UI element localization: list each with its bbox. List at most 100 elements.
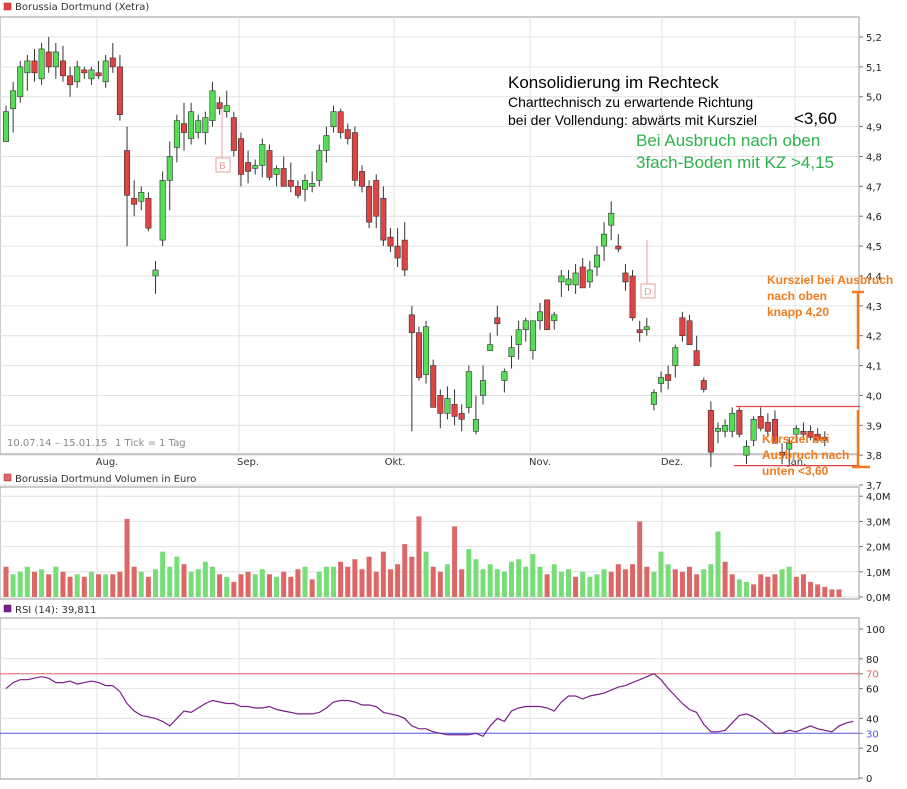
candle-body [764, 422, 771, 432]
price-tick-label: 4,0 [866, 391, 882, 402]
candle-body [394, 245, 401, 259]
candle-body [480, 380, 487, 396]
candle-body [551, 314, 558, 322]
rsi-tick-label: 70 [866, 670, 879, 681]
candle-body [17, 66, 24, 98]
volume-bar [658, 551, 664, 597]
volume-bar [274, 576, 280, 597]
volume-bar [430, 566, 436, 597]
up-target-line3: knapp 4,20 [767, 305, 829, 319]
volume-bar [808, 581, 814, 597]
volume-bar [295, 569, 301, 597]
candle-body [743, 445, 750, 456]
candle-body [152, 269, 159, 277]
candle-body [195, 120, 202, 133]
marker-b-label: B [219, 161, 226, 172]
candle-body [24, 60, 31, 74]
volume-bar [715, 531, 721, 597]
volume-bar [81, 576, 87, 597]
candle-body [458, 413, 465, 420]
price-tick-label: 4,6 [866, 212, 882, 223]
price-tick-label: 4,3 [866, 302, 882, 313]
rsi-tick-label: 60 [866, 685, 879, 696]
month-label: Okt. [385, 457, 406, 468]
price-tick-label: 4,2 [866, 332, 882, 343]
candle-body [337, 111, 344, 133]
volume-bar [252, 574, 258, 597]
volume-bar [558, 571, 564, 597]
volume-bar [537, 566, 543, 597]
volume-bar [501, 571, 507, 597]
volume-bar [24, 566, 30, 597]
annotation-green-1: Bei Ausbruch nach oben [636, 131, 820, 150]
candle-body [237, 138, 244, 175]
volume-bar [188, 571, 194, 597]
candle-body [437, 395, 444, 414]
volume-bar [174, 556, 180, 597]
volume-bar [743, 581, 749, 597]
stock-chart: 5,25,15,04,94,84,74,64,54,44,34,24,14,03… [0, 0, 907, 789]
volume-bar [359, 569, 365, 597]
candle-body [658, 377, 665, 384]
volume-bar [672, 569, 678, 597]
price-legend-swatch [3, 2, 12, 11]
volume-tick-label: 2,0M [866, 543, 891, 554]
volume-bar [167, 566, 173, 597]
candle-body [565, 278, 572, 286]
candle-body [273, 168, 280, 175]
candle-body [707, 410, 714, 453]
price-tick-label: 4,1 [866, 362, 882, 373]
volume-bar [694, 574, 700, 597]
candle-body [430, 365, 437, 408]
volume-bar [836, 589, 842, 597]
volume-bar [437, 571, 443, 597]
volume-tick-label: 4,0M [866, 492, 891, 503]
candle-body [287, 180, 294, 187]
candle-body [608, 212, 615, 226]
candle-body [387, 236, 394, 247]
volume-bar [46, 574, 52, 597]
volume-bar [608, 571, 614, 597]
candle-body [544, 299, 551, 331]
candle-body [373, 180, 380, 217]
month-label: Nov. [529, 457, 551, 468]
candle-body [2, 111, 10, 142]
volume-bar [622, 569, 628, 597]
candle-body [181, 123, 188, 133]
volume-bar [786, 566, 792, 597]
price-tick-label: 3,9 [866, 421, 882, 432]
volume-bar [708, 564, 714, 597]
volume-bar [444, 564, 450, 597]
volume-bar [39, 569, 45, 597]
volume-bar [701, 569, 707, 597]
candle-body [358, 171, 365, 187]
candle-body [59, 60, 66, 77]
volume-bar [423, 551, 429, 597]
annotation-target-low: <3,60 [794, 109, 837, 128]
volume-bar [3, 566, 9, 597]
candle [544, 299, 551, 331]
price-legend: Borussia Dortmund (Xetra) [15, 2, 149, 13]
volume-bar [758, 574, 764, 597]
volume-bar [665, 564, 671, 597]
candle-body [757, 416, 764, 429]
volume-bar [395, 564, 401, 597]
candle-body [45, 51, 52, 68]
volume-bar [736, 579, 742, 597]
candle-body [10, 90, 17, 109]
annotation-green-2: 3fach-Boden mit KZ >4,15 [636, 153, 834, 172]
candle-body [366, 186, 373, 223]
volume-bar [651, 571, 657, 597]
candle-body [166, 156, 173, 181]
candle-body [672, 347, 679, 366]
volume-bar [224, 576, 230, 597]
candle-body [415, 332, 422, 378]
volume-bar [416, 516, 422, 597]
volume-bar [516, 559, 522, 597]
candle-body [536, 311, 543, 322]
candle-body [593, 254, 600, 268]
candle-body [686, 320, 693, 345]
candle-body [444, 398, 451, 414]
candle-body [252, 165, 259, 169]
volume-bar [494, 569, 500, 597]
